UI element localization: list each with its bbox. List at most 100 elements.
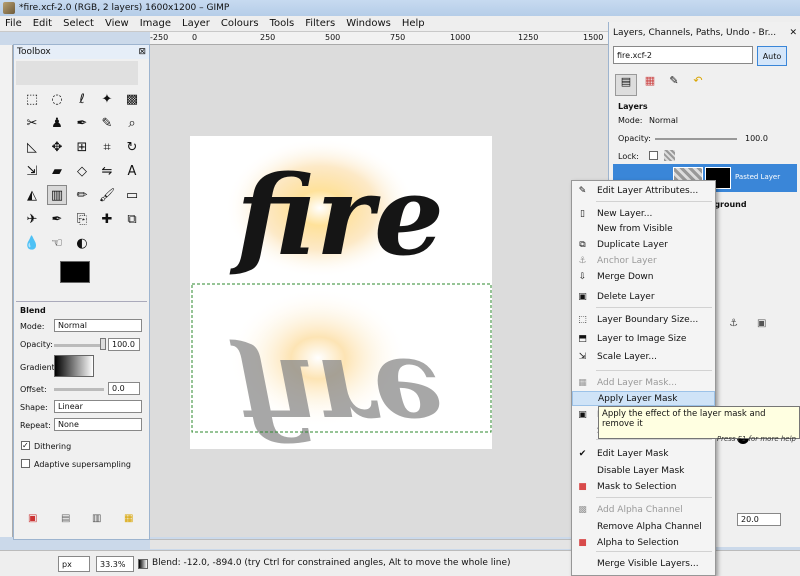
close-icon[interactable]: ✕	[789, 28, 797, 38]
adaptive-checkbox[interactable]	[21, 459, 30, 468]
ink-icon[interactable]: ✒	[47, 209, 67, 229]
dodge-burn-icon[interactable]: ◐	[72, 233, 92, 253]
align-icon[interactable]: ⊞	[72, 137, 92, 157]
close-icon[interactable]: ⊠	[138, 47, 146, 57]
menu-view[interactable]: View	[105, 18, 129, 29]
menu-item-layer-boundary-size[interactable]: ⬚ Layer Boundary Size...	[572, 312, 715, 327]
menu-item-layer-to-image-size[interactable]: ⬒ Layer to Image Size	[572, 331, 715, 346]
zoom-icon[interactable]: ⌕	[122, 113, 142, 133]
layers-mode-value[interactable]: Normal	[649, 116, 678, 125]
offset-slider[interactable]	[54, 388, 104, 391]
menu-image[interactable]: Image	[140, 18, 171, 29]
menu-item-new-layer[interactable]: ▯ New Layer...	[572, 206, 715, 221]
crop-icon[interactable]: ⌗	[97, 137, 117, 157]
scale-icon[interactable]: ⇲	[22, 161, 42, 181]
shape-select[interactable]: Linear	[54, 400, 142, 413]
perspective-icon[interactable]: ◇	[72, 161, 92, 181]
heal-icon[interactable]: ✚	[97, 209, 117, 229]
fuzzy-select-icon[interactable]: ✦	[97, 89, 117, 109]
menu-windows[interactable]: Windows	[346, 18, 391, 29]
menu-item-merge-visible-layers[interactable]: Merge Visible Layers...	[572, 556, 715, 571]
menu-item-duplicate-layer[interactable]: ⧉ Duplicate Layer	[572, 237, 715, 252]
opacity-slider-handle[interactable]	[100, 338, 106, 350]
layers-opacity-value[interactable]: 100.0	[745, 134, 768, 143]
perspective-clone-icon[interactable]: ⧉	[122, 209, 142, 229]
channels-tab-icon[interactable]: ▦	[639, 74, 661, 96]
eraser-icon[interactable]: ▭	[122, 185, 142, 205]
menu-item-disable-layer-mask[interactable]: Disable Layer Mask	[572, 463, 715, 478]
paths-tab-icon[interactable]: ✎	[663, 74, 685, 96]
menu-layer[interactable]: Layer	[182, 18, 210, 29]
offset-field[interactable]: 0.0	[108, 382, 140, 395]
delete-layer-icon[interactable]: ▣	[757, 318, 766, 329]
menu-item-delete-layer[interactable]: ▣ Delete Layer	[572, 289, 715, 304]
text-icon[interactable]: A	[122, 161, 142, 181]
menu-item-merge-down[interactable]: ⇩ Merge Down	[572, 269, 715, 284]
tool-options-title: Blend	[20, 306, 46, 315]
paths-icon[interactable]: ✒	[72, 113, 92, 133]
repeat-select[interactable]: None	[54, 418, 142, 431]
menu-item-scale-layer[interactable]: ⇲ Scale Layer...	[572, 349, 715, 364]
free-select-icon[interactable]: ℓ	[72, 89, 92, 109]
reset-options-icon[interactable]: ▦	[124, 513, 133, 524]
menu-colours[interactable]: Colours	[221, 18, 259, 29]
menu-item-edit-layer-mask[interactable]: ✔ Edit Layer Mask	[572, 446, 715, 461]
menu-file[interactable]: File	[5, 18, 22, 29]
foreground-color-swatch[interactable]	[60, 261, 90, 283]
gradient-preview[interactable]	[54, 355, 94, 377]
layers-tab-icon[interactable]: ▤	[615, 74, 637, 96]
color-picker-icon[interactable]: ✎	[97, 113, 117, 133]
flip-icon[interactable]: ⇋	[97, 161, 117, 181]
paintbrush-icon[interactable]: 🖌	[97, 185, 117, 205]
menu-item-edit-layer-attributes[interactable]: ✎ Edit Layer Attributes...	[572, 183, 715, 198]
scissors-icon[interactable]: ✂	[22, 113, 42, 133]
anchor-icon[interactable]: ⚓	[729, 318, 738, 329]
brush-size-field[interactable]: 20.0	[737, 513, 781, 526]
unit-value: px	[62, 559, 72, 569]
image-canvas[interactable]: fire fire	[190, 136, 492, 463]
save-options-icon[interactable]: ▣	[28, 513, 37, 524]
menu-select[interactable]: Select	[63, 18, 94, 29]
menu-filters[interactable]: Filters	[305, 18, 335, 29]
clone-icon[interactable]: ⎘	[72, 209, 92, 229]
smudge-icon[interactable]: ☜	[47, 233, 67, 253]
lock-pixels-checkbox[interactable]	[649, 151, 658, 160]
shear-icon[interactable]: ▰	[47, 161, 67, 181]
delete-options-icon[interactable]: ▥	[92, 513, 101, 524]
menu-item-alpha-to-selection[interactable]: ■ Alpha to Selection	[572, 535, 715, 550]
menu-item-remove-alpha-channel[interactable]: Remove Alpha Channel	[572, 519, 715, 534]
horizontal-scrollbar[interactable]	[150, 539, 608, 549]
undo-tab-icon[interactable]: ↶	[687, 74, 709, 96]
menu-item-mask-to-selection[interactable]: ■ Mask to Selection	[572, 479, 715, 494]
zoom-select[interactable]: 33.3%	[96, 556, 134, 572]
mode-select[interactable]: Normal	[54, 319, 142, 332]
move-icon[interactable]: ✥	[47, 137, 67, 157]
layers-opacity-slider[interactable]	[655, 138, 737, 140]
auto-button[interactable]: Auto	[757, 46, 787, 66]
select-by-color-icon[interactable]: ▩	[122, 89, 142, 109]
ellipse-select-icon[interactable]: ◌	[47, 89, 67, 109]
menu-item-new-from-visible[interactable]: New from Visible	[572, 221, 715, 236]
measure-icon[interactable]: ◺	[22, 137, 42, 157]
opacity-slider[interactable]	[54, 344, 104, 347]
pencil-icon[interactable]: ✏	[72, 185, 92, 205]
lock-alpha-icon[interactable]	[664, 150, 675, 161]
foreground-select-icon[interactable]: ♟	[47, 113, 67, 133]
restore-options-icon[interactable]: ▤	[61, 513, 70, 524]
menu-item-apply-layer-mask[interactable]: Apply Layer Mask	[572, 391, 715, 406]
airbrush-icon[interactable]: ✈	[22, 209, 42, 229]
opacity-field[interactable]: 100.0	[108, 338, 140, 351]
rotate-icon[interactable]: ↻	[122, 137, 142, 157]
dithering-checkbox[interactable]: ✓	[21, 441, 30, 450]
bucket-fill-icon[interactable]: ◭	[22, 185, 42, 205]
menu-item-anchor-layer: ⚓ Anchor Layer	[572, 253, 715, 268]
image-select[interactable]: fire.xcf-2	[613, 46, 753, 64]
menu-tools[interactable]: Tools	[270, 18, 295, 29]
blur-icon[interactable]: 💧	[22, 233, 42, 253]
repeat-label: Repeat:	[20, 421, 51, 430]
menu-help[interactable]: Help	[402, 18, 425, 29]
blend-icon[interactable]: ▥	[47, 185, 67, 205]
menu-edit[interactable]: Edit	[33, 18, 52, 29]
rect-select-icon[interactable]: ⬚	[22, 89, 42, 109]
unit-select[interactable]: px	[58, 556, 90, 572]
